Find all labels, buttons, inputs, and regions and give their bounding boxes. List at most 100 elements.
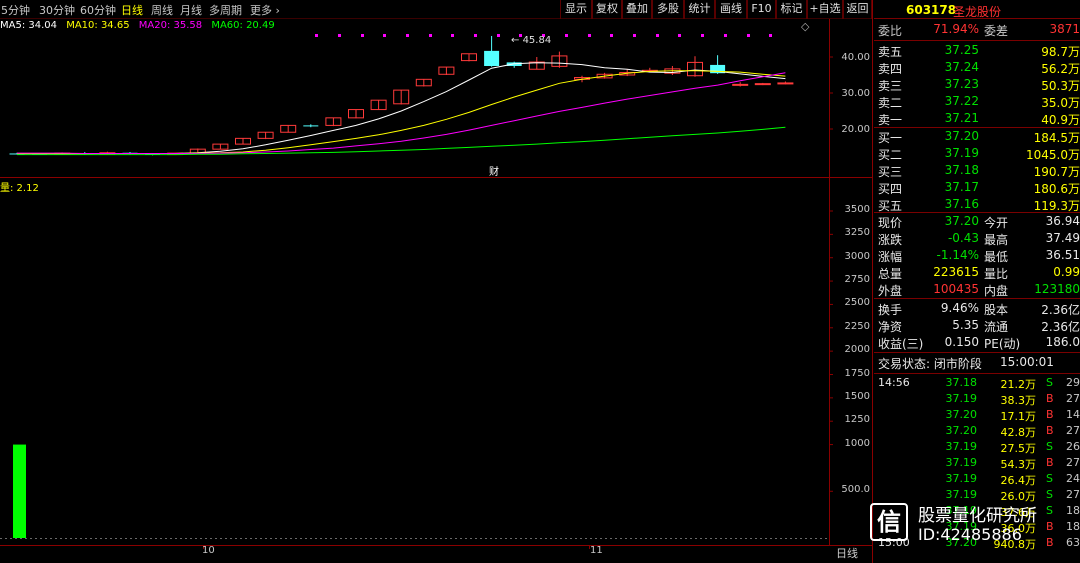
watermark-title: 股票量化研究所	[918, 506, 1037, 526]
ma5-legend: MA5: 34.04	[0, 20, 58, 31]
bid-row[interactable]: 买四 37.17 180.6万	[874, 180, 1080, 197]
ask-row[interactable]: 卖一 37.21 40.9万	[874, 111, 1080, 128]
price-tick: 20.00	[841, 124, 870, 135]
volume-tick: 2750	[844, 274, 870, 286]
candle	[754, 82, 771, 86]
stat-label: 换手	[878, 303, 903, 317]
trade-price: 37.19	[945, 472, 978, 485]
kline-chart[interactable]	[0, 0, 874, 563]
stat-value: 9.46%	[940, 301, 979, 315]
bid-price: 37.16	[944, 197, 979, 211]
volume-tick: 1000	[844, 437, 870, 449]
event-marker-dot	[406, 34, 409, 37]
candle	[393, 89, 410, 105]
peak-price-label: ← 45.84	[511, 35, 552, 46]
ask-price: 37.24	[944, 60, 979, 74]
volume-tick: 500.0	[841, 484, 870, 496]
stat-label: 最高	[984, 233, 1009, 247]
ma-lines	[17, 62, 786, 156]
stat-row: 换手 9.46% 股本 2.36亿	[874, 301, 1080, 318]
bid-price: 37.20	[944, 129, 979, 143]
stat-label: 总量	[878, 267, 903, 281]
event-marker-dot	[724, 34, 727, 37]
stat-value: 0.99	[1053, 265, 1080, 279]
trade-volume: 38.3万	[1000, 394, 1037, 407]
event-marker-dot	[656, 34, 659, 37]
stat-value: 223615	[933, 265, 979, 279]
bid-label: 买一	[878, 131, 903, 145]
bid-price: 37.17	[944, 180, 979, 194]
date-label: 10	[202, 545, 215, 556]
stat-row: 涨跌 -0.43 最高 37.49	[874, 231, 1080, 248]
stat-value: 123180	[1034, 282, 1080, 296]
trade-row: 37.19 27.5万 S 26	[874, 440, 1080, 456]
diamond-icon[interactable]: ◇	[801, 20, 809, 33]
bid-row[interactable]: 买三 37.18 190.7万	[874, 163, 1080, 180]
trade-row: 37.19 38.3万 B 27	[874, 392, 1080, 408]
event-marker-dot	[565, 34, 568, 37]
trade-status-row: 交易状态: 闭市阶段 15:00:01	[874, 355, 1080, 372]
stat-label: 收益(三)	[878, 337, 924, 351]
candle	[777, 81, 794, 85]
ma5-line	[17, 62, 786, 155]
bid-row[interactable]: 买二 37.19 1045.0万	[874, 146, 1080, 163]
stat-label: 涨跌	[878, 233, 903, 247]
finance-marker[interactable]: 财	[489, 163, 499, 178]
ma60-legend: MA60: 20.49	[211, 20, 275, 31]
trade-volume: 26.4万	[1000, 474, 1037, 487]
trade-price: 37.19	[945, 456, 978, 469]
trade-direction: B	[1046, 392, 1054, 405]
trade-status-time: 15:00:01	[1000, 355, 1054, 369]
trade-status-label: 交易状态: 闭市阶段	[878, 357, 982, 371]
event-marker-dot	[769, 34, 772, 37]
trade-count: 27	[1066, 424, 1080, 437]
candle	[303, 124, 319, 128]
trade-row: 37.20 42.8万 B 27	[874, 424, 1080, 440]
event-marker-dot	[474, 34, 477, 37]
event-marker-dot	[747, 34, 750, 37]
bid-row[interactable]: 买一 37.20 184.5万	[874, 129, 1080, 146]
trade-row: 14:56 37.18 21.2万 S 29	[874, 376, 1080, 392]
candle	[280, 124, 297, 133]
watermark: 信 股票量化研究所 ID:42485886	[866, 497, 1080, 553]
ask-row[interactable]: 卖三 37.23 50.3万	[874, 77, 1080, 94]
stat-value: 0.150	[944, 335, 979, 349]
ask-price: 37.25	[944, 43, 979, 57]
bid-label: 买三	[878, 165, 903, 179]
ask-price: 37.22	[944, 94, 979, 108]
event-marker-dot	[315, 34, 318, 37]
stat-label: 净资	[878, 320, 903, 334]
trade-direction: B	[1046, 408, 1054, 421]
bid-volume: 180.6万	[1033, 182, 1080, 196]
ma20-line	[17, 72, 786, 154]
stat-value: 2.36亿	[1041, 320, 1080, 334]
trade-count: 24	[1066, 472, 1080, 485]
trade-row: 37.19 26.4万 S 24	[874, 472, 1080, 488]
volume-tick: 1250	[844, 414, 870, 426]
stat-label: 现价	[878, 216, 903, 230]
stat-value: 36.94	[1045, 214, 1080, 228]
event-marker-dot	[701, 34, 704, 37]
candle	[257, 131, 274, 140]
volume-label: 量: 2.12	[0, 183, 39, 194]
bid-label: 买四	[878, 182, 903, 196]
trade-volume: 27.5万	[1000, 442, 1037, 455]
event-marker-dot	[633, 34, 636, 37]
stat-value: 5.35	[952, 318, 979, 332]
event-marker-dot	[338, 34, 341, 37]
stat-value: 37.49	[1045, 231, 1080, 245]
stat-value: -1.14%	[936, 248, 979, 262]
volume-bar	[13, 444, 26, 538]
trade-direction: B	[1046, 456, 1054, 469]
candle	[415, 78, 432, 87]
candlesticks	[9, 35, 794, 156]
candle	[212, 143, 229, 150]
trade-volume: 21.2万	[1000, 378, 1037, 391]
ask-row[interactable]: 卖二 37.22 35.0万	[874, 94, 1080, 111]
event-marker-dot	[678, 34, 681, 37]
stat-label: 外盘	[878, 284, 903, 298]
period-indicator[interactable]: 日线	[836, 545, 858, 561]
ask-row[interactable]: 卖五 37.25 98.7万	[874, 43, 1080, 60]
stat-value: 2.36亿	[1041, 303, 1080, 317]
ask-row[interactable]: 卖四 37.24 56.2万	[874, 60, 1080, 77]
